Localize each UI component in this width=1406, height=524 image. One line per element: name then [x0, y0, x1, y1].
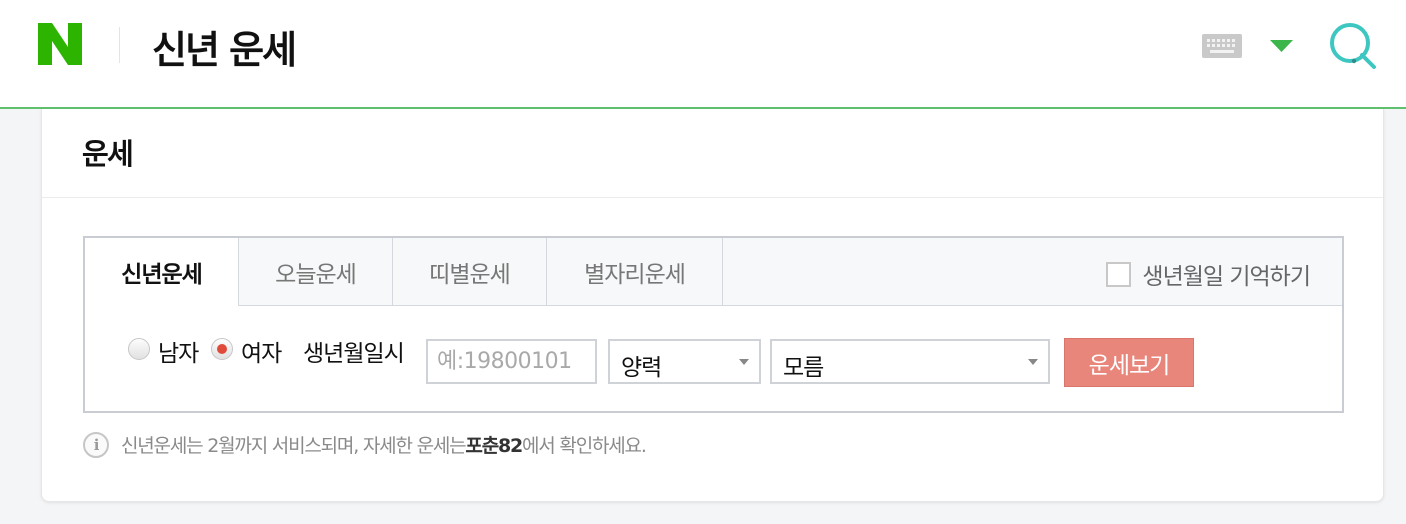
calendar-type-value: 양력	[621, 355, 662, 381]
caret-down-icon[interactable]	[1270, 40, 1293, 52]
tab-today-fortune[interactable]: 오늘운세	[239, 238, 393, 305]
fortune-form: 남자 여자 생년월일시 양력 모름 운세보기	[85, 306, 1342, 411]
keyboard-icon[interactable]	[1202, 34, 1242, 58]
birth-label: 생년월일시	[303, 341, 405, 367]
top-header: 신년 운세	[0, 0, 1406, 109]
dropdown-arrow-icon	[739, 359, 749, 365]
remember-label: 생년월일 기억하기	[1142, 264, 1311, 290]
naver-logo-icon[interactable]	[38, 23, 82, 65]
page-title: 신년 운세	[152, 28, 297, 72]
notice-text-after: 에서 확인하세요.	[522, 435, 647, 457]
birth-time-select[interactable]: 모름	[770, 339, 1050, 384]
remember-birthdate-toggle[interactable]: 생년월일 기억하기	[1106, 257, 1311, 291]
calendar-type-select[interactable]: 양력	[608, 339, 761, 384]
fortune-tabs: 신년운세 오늘운세 띠별운세 별자리운세 생년월일 기억하기	[85, 238, 1342, 306]
info-icon: i	[83, 431, 109, 458]
notice-text-before: 신년운세는 2월까지 서비스되며, 자세한 운세는	[121, 435, 467, 457]
card-divider	[42, 197, 1383, 198]
fortune82-link[interactable]: 포춘82	[465, 431, 523, 458]
tab-new-year-fortune[interactable]: 신년운세	[85, 238, 239, 306]
dropdown-arrow-icon	[1028, 359, 1038, 365]
birthdate-input[interactable]	[426, 339, 597, 384]
tab-constellation-fortune[interactable]: 별자리운세	[547, 238, 723, 305]
search-icon[interactable]	[1328, 21, 1378, 71]
view-fortune-button[interactable]: 운세보기	[1064, 338, 1194, 387]
gender-male-radio[interactable]	[128, 338, 150, 360]
gender-male-label[interactable]: 남자	[158, 334, 199, 368]
gender-female-label[interactable]: 여자	[241, 334, 282, 368]
tab-zodiac-animal-fortune[interactable]: 띠별운세	[393, 238, 547, 305]
header-divider	[119, 27, 120, 63]
remember-checkbox[interactable]	[1106, 261, 1132, 287]
service-notice: i 신년운세는 2월까지 서비스되며, 자세한 운세는 포춘82 에서 확인하세…	[83, 431, 647, 458]
fortune-card: 운세 신년운세 오늘운세 띠별운세 별자리운세 생년월일 기억하기 남자 여자 …	[41, 109, 1384, 502]
card-title: 운세	[82, 137, 134, 171]
fortune-box: 신년운세 오늘운세 띠별운세 별자리운세 생년월일 기억하기 남자 여자 생년월…	[83, 236, 1344, 413]
birth-time-value: 모름	[783, 355, 824, 381]
gender-female-radio[interactable]	[211, 338, 233, 360]
